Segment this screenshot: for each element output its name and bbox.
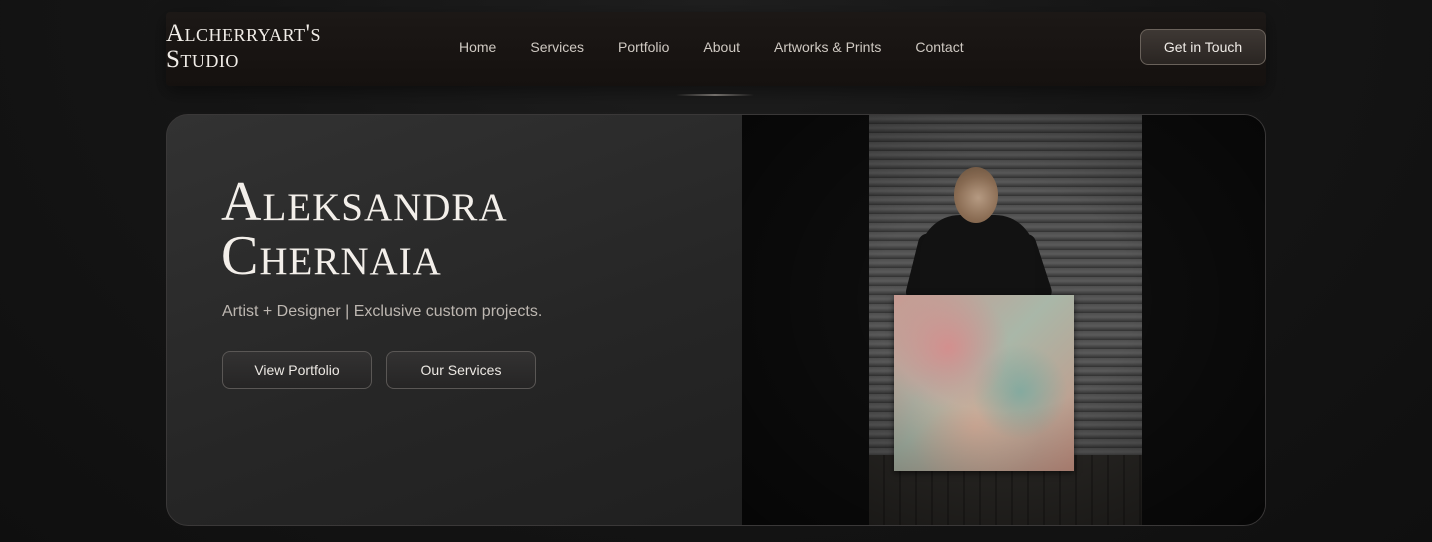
hero-card: Aleksandra Chernaia Artist + Designer | … [166, 114, 1266, 526]
photo-painting [894, 295, 1074, 471]
hero-subtitle: Artist + Designer | Exclusive custom pro… [222, 303, 543, 320]
main-nav: Home Services Portfolio About Artworks &… [459, 39, 964, 55]
photo-person-body [920, 215, 1035, 305]
hero-button-group: View Portfolio Our Services [222, 351, 536, 389]
brand-line-2: Studio [166, 46, 239, 73]
our-services-button[interactable]: Our Services [386, 351, 536, 389]
nav-artworks-prints[interactable]: Artworks & Prints [774, 39, 881, 55]
brand-line-1: Alcherryart's [166, 20, 322, 47]
nav-about[interactable]: About [703, 39, 740, 55]
photo-person-head [954, 167, 998, 223]
nav-contact[interactable]: Contact [915, 39, 963, 55]
header-divider-glow [676, 94, 754, 96]
nav-portfolio[interactable]: Portfolio [618, 39, 669, 55]
hero-title-line-2: Chernaia [221, 225, 442, 287]
hero-title-line-1: Aleksandra [221, 171, 508, 233]
hero-photo [742, 115, 1265, 525]
nav-home[interactable]: Home [459, 39, 496, 55]
brand-logo[interactable]: Alcherryart's Studio [166, 21, 366, 73]
site-header: Alcherryart's Studio Home Services Portf… [166, 12, 1266, 86]
view-portfolio-button[interactable]: View Portfolio [222, 351, 372, 389]
hero-text-panel: Aleksandra Chernaia Artist + Designer | … [167, 115, 742, 525]
nav-services[interactable]: Services [530, 39, 584, 55]
get-in-touch-button[interactable]: Get in Touch [1140, 29, 1266, 65]
hero-title: Aleksandra Chernaia [221, 171, 508, 287]
